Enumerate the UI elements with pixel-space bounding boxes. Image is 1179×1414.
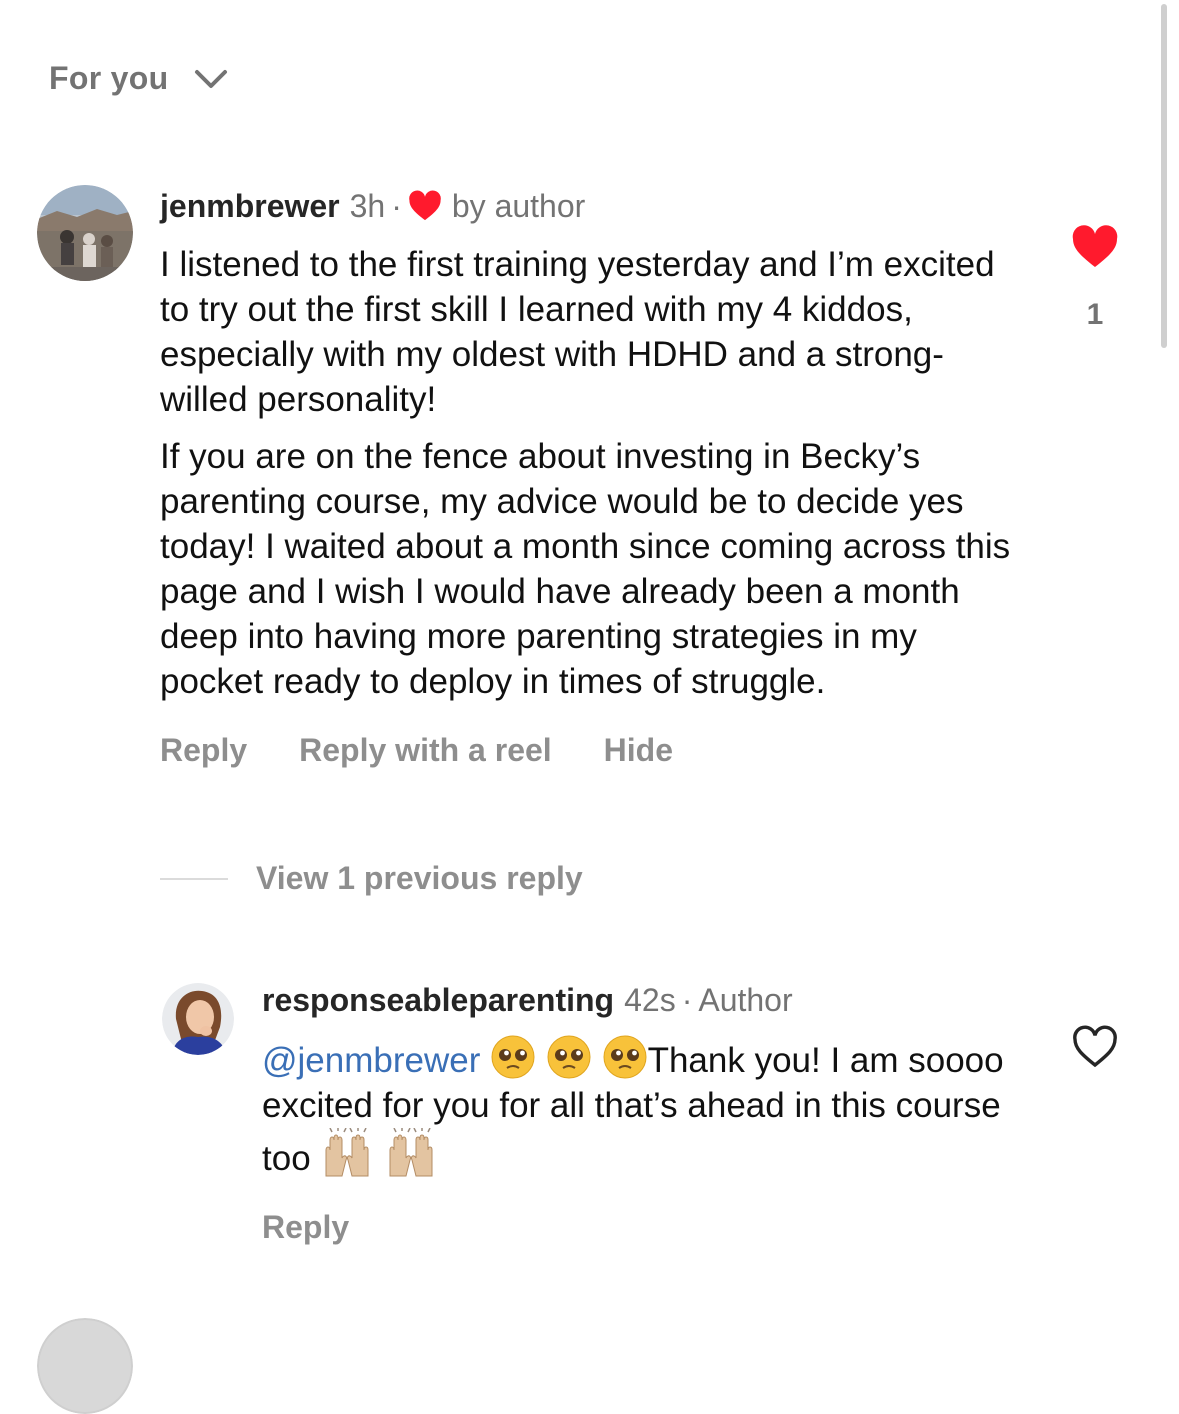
- reply-button[interactable]: Reply: [262, 1209, 349, 1246]
- sort-filter-label: For you: [49, 60, 169, 96]
- reply-button[interactable]: Reply: [160, 732, 247, 769]
- liked-by-author-label: by author: [451, 188, 586, 224]
- comment-meta: jenmbrewer 3h · by author: [160, 186, 1020, 226]
- like-heart-outline-icon[interactable]: [1071, 1025, 1119, 1069]
- sort-filter-dropdown[interactable]: For you: [49, 60, 228, 97]
- view-replies-label: View 1 previous reply: [256, 860, 583, 896]
- reply-meta: responseableparenting 42s · Author: [262, 980, 1022, 1020]
- comment-text-paragraph: If you are on the fence about investing …: [160, 437, 1011, 701]
- chevron-down-icon: [195, 69, 228, 88]
- reply-text: @jenmbrewer Thank you! I am soooo excite…: [262, 1034, 1022, 1181]
- pleading-face-emoji-icon: [547, 1035, 591, 1079]
- comment: jenmbrewer 3h · by author I listened to …: [160, 186, 1020, 769]
- comment-text-paragraph: I listened to the first training yesterd…: [160, 245, 995, 419]
- comment-time: 3h: [349, 188, 386, 224]
- raising-hands-emoji-icon: [389, 1128, 433, 1177]
- reply-time: 42s: [624, 982, 676, 1018]
- comment-actions: Reply Reply with a reel Hide: [160, 732, 1020, 769]
- avatar[interactable]: [37, 1318, 133, 1414]
- view-previous-replies[interactable]: View 1 previous reply: [160, 860, 583, 897]
- reply-actions: Reply: [262, 1209, 1022, 1246]
- avatar-photo: [37, 185, 133, 281]
- reply-with-reel-button[interactable]: Reply with a reel: [299, 732, 552, 769]
- reply-comment: responseableparenting 42s · Author @jenm…: [262, 980, 1022, 1246]
- author-badge: Author: [698, 982, 793, 1018]
- comment-username[interactable]: jenmbrewer: [160, 186, 340, 226]
- reply-username[interactable]: responseableparenting: [262, 980, 614, 1020]
- avatar-photo: [37, 1318, 133, 1414]
- mention-link[interactable]: @jenmbrewer: [262, 1041, 480, 1080]
- avatar[interactable]: [37, 185, 133, 281]
- like-count: 1: [1086, 298, 1104, 331]
- pleading-face-emoji-icon: [491, 1035, 535, 1079]
- separator-dot: ·: [391, 188, 402, 224]
- raising-hands-emoji-icon: [325, 1128, 369, 1177]
- hide-button[interactable]: Hide: [604, 732, 673, 769]
- avatar-photo: [162, 983, 234, 1055]
- like-heart-icon[interactable]: [1071, 225, 1119, 269]
- heart-icon: [409, 190, 441, 221]
- scrollbar[interactable]: [1161, 4, 1167, 348]
- avatar[interactable]: [162, 983, 234, 1055]
- divider-line: [160, 877, 228, 880]
- separator-dot: ·: [681, 982, 693, 1018]
- pleading-face-emoji-icon: [603, 1035, 647, 1079]
